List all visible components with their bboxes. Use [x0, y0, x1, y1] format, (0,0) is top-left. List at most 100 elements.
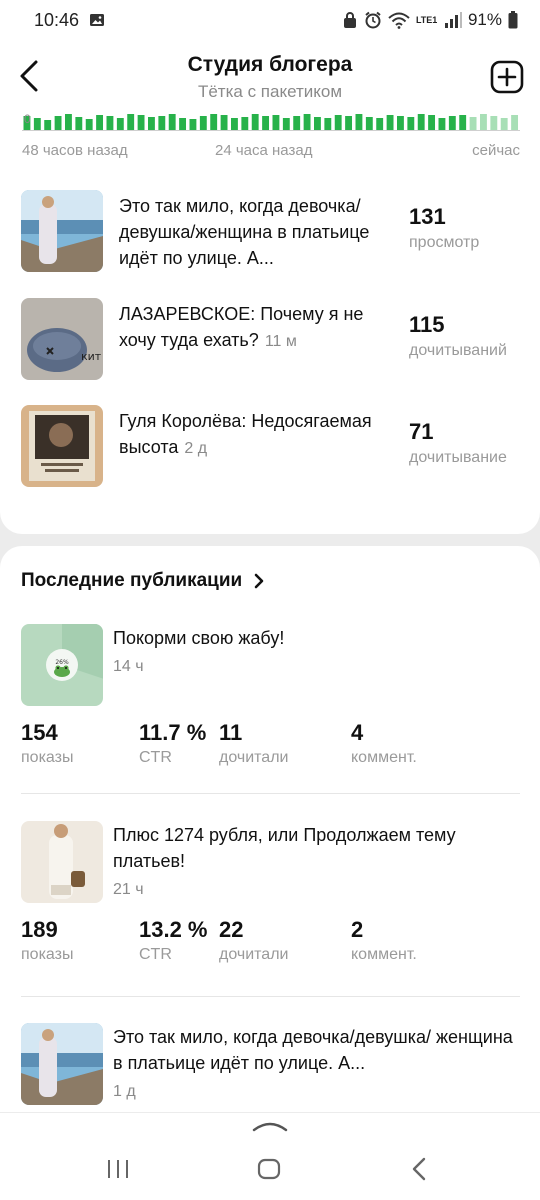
activity-bar — [448, 116, 456, 130]
gallery-notification-icon — [90, 14, 105, 26]
top-item-label: дочитываний — [409, 342, 507, 359]
stat-reads: 11 дочитали — [219, 720, 289, 766]
time-label-48h: 48 часов назад — [22, 142, 128, 159]
activity-bar — [85, 119, 93, 130]
activity-bar — [314, 117, 321, 130]
activity-bar — [96, 115, 104, 130]
back-nav-button[interactable] — [410, 1157, 428, 1181]
alarm-icon — [365, 11, 381, 29]
activity-bar — [241, 117, 249, 130]
activity-bar — [54, 116, 62, 130]
top-item-value: 71 — [409, 419, 434, 444]
recent-publications-card: Последние публикации 26% Покорми свою жа… — [0, 546, 540, 1112]
publication-thumbnail — [21, 821, 103, 903]
svg-text:кит: кит — [81, 350, 102, 363]
activity-bar — [44, 120, 52, 130]
publication-thumbnail: 26% — [21, 624, 103, 706]
chevron-right-icon — [254, 573, 264, 589]
top-item-value: 115 — [409, 312, 445, 337]
activity-bar — [231, 118, 238, 130]
page-title: Студия блогера — [187, 53, 353, 76]
top-item[interactable]: Это так мило, когда девочка/ девушка/жен… — [21, 190, 521, 274]
svg-text:26%: 26% — [55, 659, 69, 666]
activity-bar — [293, 116, 301, 130]
activity-bar — [189, 119, 197, 130]
signal-icon — [444, 12, 462, 28]
activity-bar — [417, 114, 425, 130]
system-nav-bar — [0, 1112, 540, 1200]
chart-axis — [22, 130, 520, 131]
time-label-24h: 24 часа назад — [215, 142, 313, 159]
chart-zero-label: 0 — [24, 112, 31, 126]
stat-comments: 2 коммент. — [351, 917, 417, 963]
article-thumbnail: кит — [21, 298, 103, 380]
lock-bell-icon — [343, 12, 356, 28]
activity-bar — [106, 116, 114, 130]
activity-bar — [220, 115, 228, 130]
activity-bar — [158, 116, 166, 130]
status-bar: 10:46 LTE1 91% — [0, 0, 540, 40]
activity-bar — [324, 118, 332, 130]
top-item[interactable]: кит ЛАЗАРЕВСКОЕ: Почему я не хочу туда е… — [21, 298, 521, 382]
plus-square-icon — [490, 60, 524, 94]
top-item[interactable]: Гуля Королёва: Недосягаемая высота 2 д 71… — [21, 405, 521, 489]
stats-card: 0 48 часов назад 24 часа назад сейчас Эт… — [0, 112, 540, 534]
top-item-label: дочитывание — [409, 449, 507, 466]
activity-bar — [438, 118, 446, 130]
divider — [21, 996, 520, 997]
activity-bar — [459, 115, 467, 130]
activity-bar — [127, 114, 135, 130]
activity-bar — [365, 117, 373, 130]
battery-percent: 91% — [467, 10, 502, 29]
publication-age: 14 ч — [113, 658, 144, 675]
activity-bar — [137, 115, 145, 130]
activity-bar — [355, 114, 363, 130]
time-label-now: сейчас — [472, 142, 520, 159]
home-button[interactable] — [257, 1158, 281, 1180]
activity-bar — [334, 115, 342, 130]
activity-bar — [407, 117, 415, 130]
activity-bar — [469, 117, 477, 130]
activity-bar — [511, 115, 519, 130]
add-publication-button[interactable] — [490, 60, 524, 94]
publication-age: 1 д — [113, 1083, 136, 1100]
activity-bar — [116, 118, 124, 130]
activity-bar — [282, 118, 290, 130]
article-thumbnail — [21, 405, 103, 487]
activity-bar — [397, 116, 404, 130]
publication-title: Плюс 1274 рубля, или Продолжаем тему пла… — [113, 825, 456, 871]
article-thumbnail — [21, 190, 103, 272]
app-header: Студия блогера Тётка с пакетиком — [0, 40, 540, 112]
activity-bar — [251, 114, 259, 130]
activity-bar — [168, 114, 176, 130]
stat-shows: 189 показы — [21, 917, 74, 963]
activity-bar — [490, 116, 498, 130]
stat-reads: 22 дочитали — [219, 917, 289, 963]
recent-publications-link[interactable]: Последние публикации — [21, 570, 266, 592]
stat-ctr: 13.2 % CTR — [139, 917, 208, 963]
publication-title: Это так мило, когда девочка/девушка/ жен… — [113, 1027, 513, 1073]
activity-bar — [33, 118, 41, 130]
activity-bar-chart — [23, 114, 519, 130]
network-type: LTE1 — [415, 14, 438, 25]
top-item-title: Гуля Королёва: Недосягаемая высота 2 д — [119, 411, 372, 457]
recent-apps-button[interactable] — [106, 1159, 130, 1179]
divider — [21, 793, 520, 794]
activity-bar — [179, 118, 187, 130]
activity-bar — [376, 118, 384, 130]
top-item-title: ЛАЗАРЕВСКОЕ: Почему я не хочу туда ехать… — [119, 304, 364, 350]
activity-bar — [303, 114, 311, 130]
wifi-icon — [388, 12, 410, 29]
publication-age: 21 ч — [113, 881, 144, 898]
activity-bar — [199, 116, 207, 130]
top-item-title: Это так мило, когда девочка/ девушка/жен… — [119, 196, 370, 268]
channel-name: Тётка с пакетиком — [197, 82, 343, 101]
publication-title: Покорми свою жабу! — [113, 628, 285, 648]
activity-bar — [75, 117, 83, 130]
status-time: 10:46 — [34, 9, 80, 30]
activity-bar — [272, 115, 280, 130]
activity-bar — [386, 115, 394, 130]
expand-handle-icon[interactable] — [252, 1119, 288, 1133]
battery-icon — [508, 11, 518, 29]
activity-bar — [345, 116, 353, 130]
